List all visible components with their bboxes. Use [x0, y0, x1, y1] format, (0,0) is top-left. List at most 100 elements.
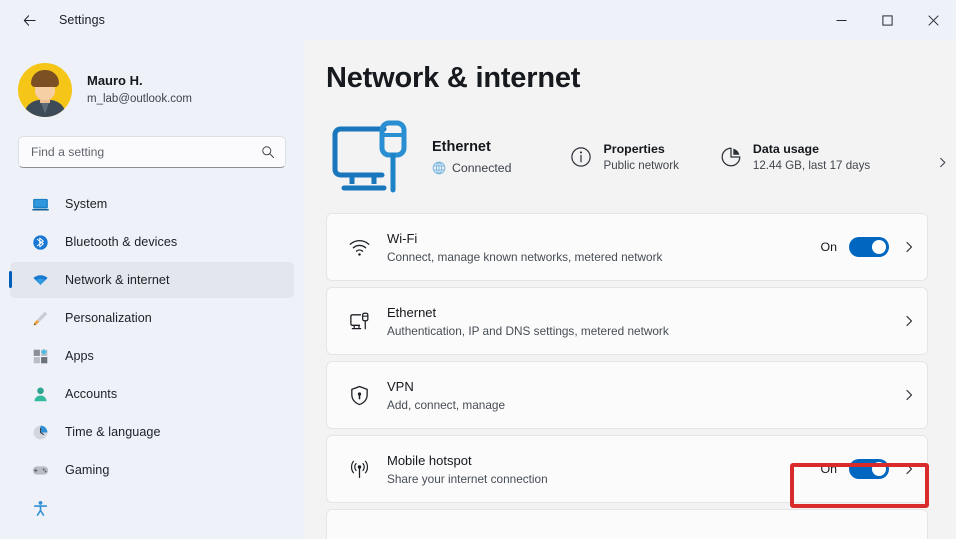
card-ethernet[interactable]: Ethernet Authentication, IP and DNS sett… [326, 287, 928, 355]
sidebar-item-network-internet[interactable]: Network & internet [9, 262, 294, 298]
quick-stats: Properties Public network Data usage 12.… [569, 142, 870, 172]
card-wifi[interactable]: Wi-Fi Connect, manage known networks, me… [326, 213, 928, 281]
back-arrow-icon [23, 14, 36, 26]
settings-window: Settings Mauro H. m_lab@outlook.com Find… [0, 0, 956, 539]
user-profile[interactable]: Mauro H. m_lab@outlook.com [0, 40, 304, 124]
card-title: Ethernet [387, 304, 437, 320]
toggle-state-label: On [820, 240, 837, 254]
toggle-knob [872, 240, 886, 254]
sidebar-item-label: Time & language [65, 425, 161, 439]
system-icon [30, 194, 50, 214]
sidebar-item-label: Personalization [65, 311, 152, 325]
toggle-knob [872, 462, 886, 476]
sidebar-item-system[interactable]: System [10, 186, 294, 222]
card-vpn[interactable]: VPN Add, connect, manage [326, 361, 928, 429]
minimize-icon [836, 19, 846, 21]
connection-info: Ethernet Connected [432, 139, 511, 175]
sidebar: Mauro H. m_lab@outlook.com Find a settin… [0, 40, 304, 539]
card-subtitle: Share your internet connection [387, 471, 548, 486]
accessibility-icon [30, 498, 50, 518]
data-usage-text: Data usage 12.44 GB, last 17 days [753, 142, 870, 172]
card-subtitle: Authentication, IP and DNS settings, met… [387, 323, 669, 338]
sidebar-item-time-language[interactable]: Time & language [10, 414, 294, 450]
properties-text: Properties Public network [603, 142, 678, 172]
properties-subtitle: Public network [603, 159, 679, 172]
close-button[interactable] [910, 0, 956, 40]
properties-button[interactable]: Properties Public network [569, 142, 679, 172]
chevron-right-icon [906, 389, 913, 401]
data-usage-title: Data usage [752, 142, 820, 156]
sidebar-item-label: Gaming [65, 463, 110, 477]
data-usage-button[interactable]: Data usage 12.44 GB, last 17 days [719, 142, 870, 172]
page-title: Network & internet [326, 62, 581, 94]
apps-icon [30, 346, 50, 366]
card-chevron[interactable] [901, 241, 915, 253]
chevron-right-icon [940, 157, 946, 168]
card-partial-next[interactable] [326, 509, 928, 539]
connection-name: Ethernet [432, 139, 491, 155]
sidebar-item-accessibility[interactable] [10, 490, 294, 526]
card-chevron[interactable] [901, 389, 915, 401]
search-icon [262, 146, 274, 158]
wifi-toggle[interactable] [849, 237, 889, 257]
search-box[interactable] [18, 136, 286, 168]
sidebar-item-personalization[interactable]: Personalization [10, 300, 294, 336]
status-overflow-chevron[interactable] [937, 155, 948, 173]
info-circle-icon [569, 145, 593, 169]
sidebar-item-gaming[interactable]: Gaming [10, 452, 294, 488]
search-input[interactable] [31, 145, 261, 159]
sidebar-item-apps[interactable]: Apps [10, 338, 294, 374]
sidebar-item-label: Network & internet [65, 273, 170, 287]
sidebar-item-label: Bluetooth & devices [65, 235, 178, 249]
main-content: Network & internet Ethernet Connected Pr… [304, 40, 956, 539]
clock-icon [30, 422, 50, 442]
vpn-shield-icon [341, 384, 377, 407]
ethernet-icon [341, 310, 377, 333]
minimize-button[interactable] [818, 0, 864, 40]
sidebar-item-bluetooth-devices[interactable]: Bluetooth & devices [10, 224, 294, 260]
avatar-hair [31, 70, 59, 87]
bluetooth-icon [30, 232, 50, 252]
back-button[interactable] [12, 3, 46, 37]
card-title: Wi-Fi [387, 230, 418, 246]
monitor-ethernet-icon [326, 114, 418, 200]
profile-text: Mauro H. m_lab@outlook.com [87, 72, 192, 107]
card-mobile-hotspot[interactable]: Mobile hotspot Share your internet conne… [326, 435, 928, 503]
card-text: VPN Add, connect, manage [387, 379, 901, 412]
card-controls [901, 389, 915, 401]
toggle-state-label: On [820, 462, 837, 476]
card-subtitle: Add, connect, manage [387, 397, 506, 412]
chevron-right-icon [906, 463, 913, 475]
sidebar-item-accounts[interactable]: Accounts [10, 376, 294, 412]
data-usage-subtitle: 12.44 GB, last 17 days [752, 159, 871, 172]
connection-state-row: Connected [432, 161, 511, 175]
card-subtitle: Connect, manage known networks, metered … [387, 249, 663, 264]
properties-title: Properties [603, 142, 665, 156]
card-text: Ethernet Authentication, IP and DNS sett… [387, 305, 901, 338]
wifi-icon [30, 270, 50, 290]
window-body: Mauro H. m_lab@outlook.com Find a settin… [0, 40, 956, 539]
window-controls [818, 0, 956, 40]
maximize-button[interactable] [864, 0, 910, 40]
connection-status-header: Ethernet Connected Properties Public net… [326, 111, 956, 203]
mobile-hotspot-toggle[interactable] [849, 459, 889, 479]
title-bar: Settings [0, 0, 956, 40]
profile-name: Mauro H. [87, 73, 143, 89]
card-chevron[interactable] [901, 315, 915, 327]
account-icon [30, 384, 50, 404]
card-chevron[interactable] [901, 463, 915, 475]
sidebar-nav: System Bluetooth & devices Network & int… [0, 186, 304, 526]
card-title: VPN [387, 378, 414, 394]
card-controls: On [820, 237, 915, 257]
card-title: Mobile hotspot [387, 452, 472, 468]
search-container [0, 124, 304, 168]
mobile-hotspot-icon [341, 458, 377, 481]
paintbrush-icon [30, 308, 50, 328]
window-title: Settings [59, 13, 105, 27]
gamepad-icon [30, 460, 50, 480]
sidebar-item-label: Apps [65, 349, 94, 363]
globe-icon [432, 161, 446, 175]
maximize-icon [881, 14, 893, 26]
close-icon [927, 14, 939, 26]
chevron-right-icon [906, 315, 913, 327]
